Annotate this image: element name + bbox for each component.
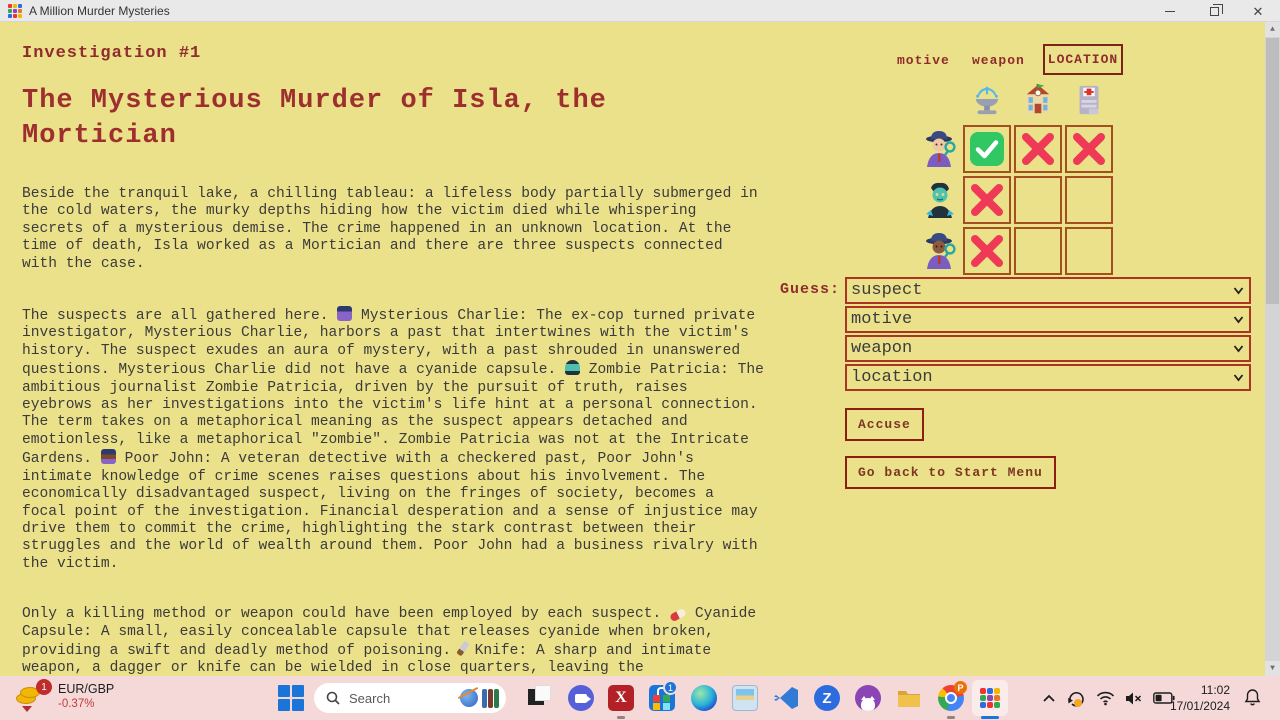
school-icon bbox=[1014, 80, 1062, 120]
guess-dropdowns: suspectmotiveweaponlocation bbox=[845, 277, 1251, 393]
story-paragraph: Beside the tranquil lake, a chilling tab… bbox=[22, 186, 764, 273]
grid-cell-1-1-empty[interactable] bbox=[1014, 176, 1062, 224]
stock-change-value: -0.37% bbox=[58, 698, 94, 710]
system-tray bbox=[1042, 676, 1175, 720]
search-highlight-icon bbox=[460, 689, 478, 707]
grid-cell-2-1-empty[interactable] bbox=[1014, 227, 1062, 275]
media-window-icon[interactable] bbox=[732, 685, 758, 711]
edge-browser-icon[interactable] bbox=[691, 685, 717, 711]
file-explorer-icon[interactable] bbox=[896, 685, 922, 711]
scrollbar[interactable]: ▲ ▼ bbox=[1265, 22, 1280, 676]
minimize-button[interactable] bbox=[1148, 0, 1192, 22]
grid-cell-0-1-cross[interactable] bbox=[1014, 125, 1062, 173]
grid-cell-2-2-empty[interactable] bbox=[1065, 227, 1113, 275]
books-icon bbox=[482, 689, 501, 708]
story-paragraph: Only a killing method or weapon could ha… bbox=[22, 606, 764, 678]
grid-cell-2-0-cross[interactable] bbox=[963, 227, 1011, 275]
scroll-up-arrow[interactable]: ▲ bbox=[1265, 22, 1280, 37]
dagger-emoji bbox=[456, 641, 470, 657]
tab-weapon[interactable]: weapon bbox=[972, 53, 1025, 68]
restore-button[interactable] bbox=[1192, 0, 1236, 22]
github-icon[interactable] bbox=[855, 685, 881, 711]
grid-cell-1-0-cross[interactable] bbox=[963, 176, 1011, 224]
meet-chat-icon[interactable] bbox=[568, 685, 594, 711]
store-notification-badge: 1 bbox=[663, 680, 678, 695]
widget-notification-badge: 1 bbox=[36, 679, 52, 695]
guess-select-weapon[interactable]: weapon bbox=[845, 335, 1251, 362]
search-placeholder: Search bbox=[349, 691, 390, 706]
sleuth-suspect-icon bbox=[920, 125, 960, 173]
story-text: Beside the tranquil lake, a chilling tab… bbox=[22, 186, 764, 678]
game-app-icon[interactable]: X bbox=[608, 685, 634, 711]
zombie-suspect-icon bbox=[920, 176, 960, 224]
running-indicator bbox=[617, 716, 625, 719]
sync-update-icon[interactable] bbox=[1066, 688, 1086, 708]
window-title: A Million Murder Mysteries bbox=[29, 4, 170, 18]
deduction-grid bbox=[920, 125, 1113, 275]
guess-select-location[interactable]: location bbox=[845, 364, 1251, 391]
window-titlebar: A Million Murder Mysteries ✕ bbox=[0, 0, 1280, 22]
widget-chevron-down-icon bbox=[22, 706, 32, 712]
grid-cell-0-2-cross[interactable] bbox=[1065, 125, 1113, 173]
guess-select-motive[interactable]: motive bbox=[845, 306, 1251, 333]
zombie-emoji bbox=[565, 360, 580, 375]
back-to-start-menu-button[interactable]: Go back to Start Menu bbox=[845, 456, 1056, 489]
search-icon bbox=[326, 691, 340, 705]
accuse-button[interactable]: Accuse bbox=[845, 408, 924, 441]
taskbar: 1 EUR/GBP -0.37% Search X 1 Z bbox=[0, 676, 1280, 720]
detective-emoji bbox=[337, 306, 352, 321]
active-game-taskbar-button[interactable] bbox=[972, 680, 1008, 716]
pill-emoji bbox=[669, 608, 687, 623]
desktop-screen: A Million Murder Mysteries ✕ Investigati… bbox=[0, 0, 1280, 720]
wifi-icon[interactable] bbox=[1096, 691, 1115, 706]
grid-cell-1-2-empty[interactable] bbox=[1065, 176, 1113, 224]
dark-detective-emoji bbox=[101, 449, 116, 464]
sleuth-dark-suspect-icon bbox=[920, 227, 960, 275]
tab-motive[interactable]: motive bbox=[897, 53, 950, 68]
zoom-z-app-icon[interactable]: Z bbox=[814, 685, 840, 711]
game-window: Investigation #1 The Mysterious Murder o… bbox=[0, 22, 1280, 676]
speaker-muted-icon[interactable] bbox=[1125, 691, 1143, 706]
clock-time: 11:02 bbox=[1160, 682, 1230, 698]
location-column-headers bbox=[963, 80, 1113, 120]
notification-bell-icon[interactable] bbox=[1244, 688, 1261, 706]
active-app-indicator bbox=[981, 716, 999, 719]
running-indicator bbox=[947, 716, 955, 719]
tray-chevron-up-icon[interactable] bbox=[1042, 693, 1056, 703]
scrollbar-thumb[interactable] bbox=[1266, 38, 1279, 304]
guess-label: Guess: bbox=[780, 281, 840, 298]
stock-pair-label[interactable]: EUR/GBP bbox=[58, 682, 114, 696]
close-button[interactable]: ✕ bbox=[1236, 0, 1280, 22]
scroll-down-arrow[interactable]: ▼ bbox=[1265, 661, 1280, 676]
clock[interactable]: 11:02 17/01/2024 bbox=[1160, 682, 1230, 714]
search-input[interactable]: Search bbox=[314, 683, 506, 713]
fountain-icon bbox=[963, 80, 1011, 120]
grid-cell-0-0-check[interactable] bbox=[963, 125, 1011, 173]
tab-location[interactable]: LOCATION bbox=[1043, 44, 1123, 75]
clock-date: 17/01/2024 bbox=[1160, 698, 1230, 714]
hospital-icon bbox=[1065, 80, 1113, 120]
story-paragraph: The suspects are all gathered here. Myst… bbox=[22, 306, 764, 573]
vscode-icon[interactable] bbox=[773, 685, 799, 711]
snip-tool-icon[interactable] bbox=[528, 685, 554, 711]
game-dots-icon bbox=[980, 688, 1000, 708]
app-icon bbox=[8, 4, 22, 18]
investigation-label: Investigation #1 bbox=[22, 44, 201, 63]
chrome-profile-badge: P bbox=[954, 681, 967, 694]
guess-select-suspect[interactable]: suspect bbox=[845, 277, 1251, 304]
page-title: The Mysterious Murder of Isla, the Morti… bbox=[22, 84, 712, 154]
start-button[interactable] bbox=[278, 685, 304, 711]
